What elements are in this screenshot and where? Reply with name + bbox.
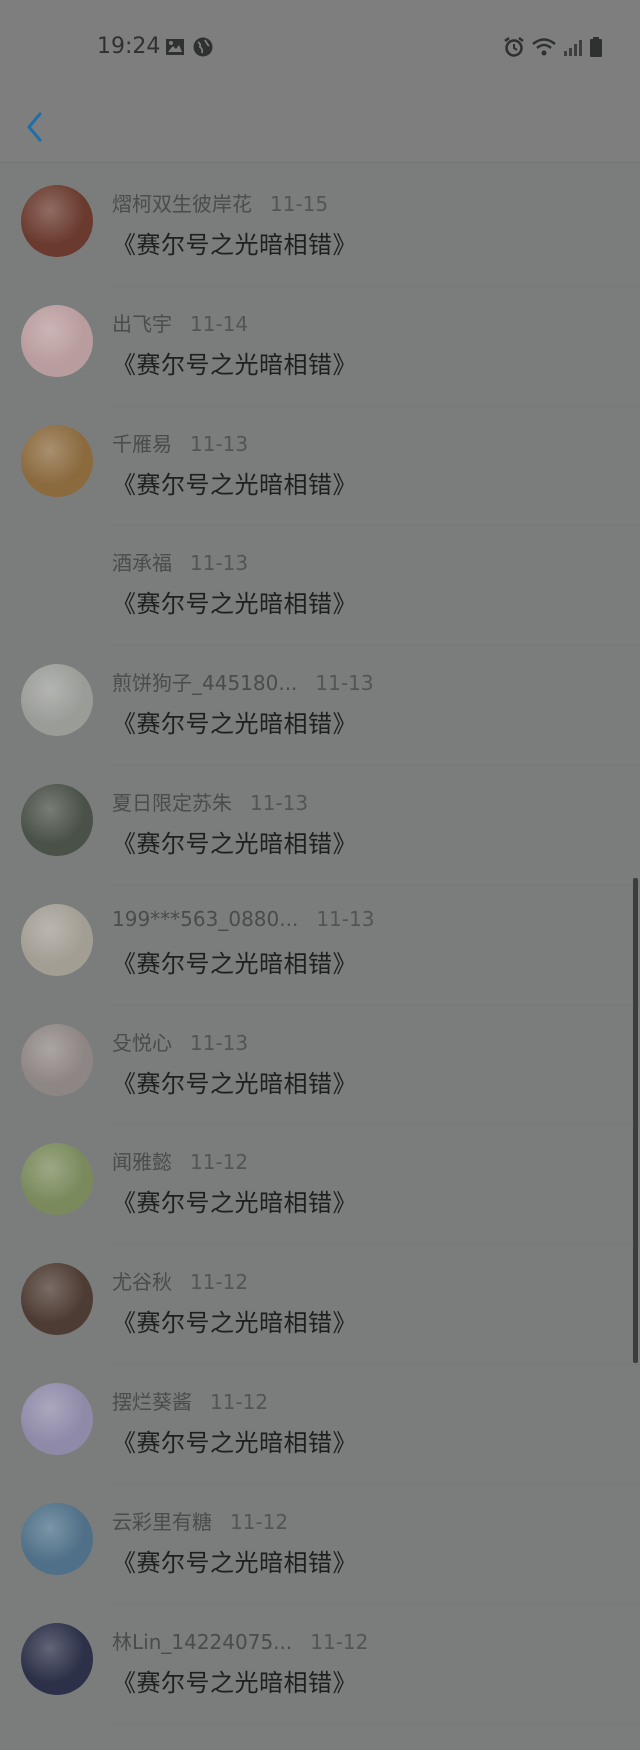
comment-meta: 出飞宇 11-14 [112, 308, 248, 337]
comment-date: 11-12 [190, 1270, 249, 1295]
battery-icon [590, 37, 602, 57]
avatar[interactable] [21, 424, 93, 497]
username[interactable]: 千雁易 [112, 432, 172, 456]
top-app-bar [0, 90, 640, 163]
status-time: 19:24 [97, 34, 161, 59]
comment-item[interactable]: 煎饼狗子_445180... 11-13 《赛尔号之光暗相错》 [0, 646, 640, 766]
comment-item[interactable]: 199***563_0880... 11-13 《赛尔号之光暗相错》 [0, 886, 640, 1006]
username[interactable]: 云彩里有糖 [112, 1510, 212, 1534]
comment-date: 11-12 [210, 1389, 269, 1414]
comment-date: 11-13 [250, 790, 309, 815]
comment-text: 《赛尔号之光暗相错》 [112, 829, 357, 858]
comment-item[interactable]: 夏日限定苏朱 11-13 《赛尔号之光暗相错》 [0, 766, 640, 886]
image-icon [166, 39, 184, 55]
comment-item[interactable]: 摆烂葵酱 11-12 《赛尔号之光暗相错》 [0, 1365, 640, 1485]
comment-meta: 酒承福 11-13 [112, 547, 248, 576]
comment-text: 《赛尔号之光暗相错》 [112, 1668, 357, 1697]
signal-icon [564, 40, 582, 56]
username[interactable]: 殳悦心 [112, 1031, 172, 1055]
comment-date: 11-13 [190, 431, 249, 456]
comment-date: 11-13 [190, 1030, 249, 1055]
comment-date: 11-12 [190, 1150, 249, 1175]
avatar[interactable] [21, 1143, 93, 1216]
comment-text: 《赛尔号之光暗相错》 [112, 710, 357, 739]
avatar[interactable] [21, 304, 93, 377]
comment-meta: 殳悦心 11-13 [112, 1027, 248, 1056]
comment-item[interactable]: 林Lin_14224075... 11-12 《赛尔号之光暗相错》 [0, 1605, 640, 1725]
username[interactable]: 199***563_0880... [112, 907, 298, 931]
avatar[interactable] [21, 185, 93, 257]
avatar[interactable] [21, 1023, 93, 1096]
comment-item[interactable]: 千雁易 11-13 《赛尔号之光暗相错》 [0, 407, 640, 527]
username[interactable]: 闻雅懿 [112, 1150, 172, 1174]
comment-date: 11-12 [310, 1629, 369, 1654]
comment-date: 11-15 [270, 192, 329, 216]
wifi-icon [532, 38, 556, 56]
comment-item[interactable]: 出飞宇 11-14 《赛尔号之光暗相错》 [0, 287, 640, 407]
comment-text: 《赛尔号之光暗相错》 [112, 1548, 357, 1577]
username[interactable]: 熠柯双生彼岸花 [112, 192, 252, 216]
comment-meta: 199***563_0880... 11-13 [112, 907, 374, 931]
comment-meta: 摆烂葵酱 11-12 [112, 1386, 268, 1415]
comment-date: 11-13 [190, 551, 249, 576]
comment-meta: 熠柯双生彼岸花 11-15 [112, 188, 328, 217]
comment-item[interactable]: 酒承福 11-13 《赛尔号之光暗相错》 [0, 526, 640, 647]
comment-text: 《赛尔号之光暗相错》 [112, 470, 357, 499]
avatar[interactable] [21, 664, 93, 737]
avatar[interactable] [21, 544, 93, 616]
comment-meta: 煎饼狗子_445180... 11-13 [112, 667, 374, 696]
globe-icon [193, 37, 213, 57]
username[interactable]: 林Lin_14224075... [112, 1630, 292, 1654]
comment-meta: 尤谷秋 11-12 [112, 1266, 248, 1295]
username[interactable]: 夏日限定苏朱 [112, 791, 232, 815]
comment-meta: 林Lin_14224075... 11-12 [112, 1626, 368, 1655]
username[interactable]: 酒承福 [112, 551, 172, 575]
comment-date: 11-14 [190, 311, 249, 336]
username[interactable]: 摆烂葵酱 [112, 1390, 192, 1414]
comment-item[interactable]: 云彩里有糖 11-12 《赛尔号之光暗相错》 [0, 1485, 640, 1605]
alarm-icon [504, 37, 524, 57]
comment-item[interactable]: 殳悦心 11-13 《赛尔号之光暗相错》 [0, 1006, 640, 1126]
avatar[interactable] [21, 1382, 93, 1455]
comment-text: 《赛尔号之光暗相错》 [112, 1428, 357, 1457]
avatar[interactable] [21, 1502, 93, 1575]
avatar[interactable] [21, 783, 93, 856]
comment-list: 熠柯双生彼岸花 11-15 《赛尔号之光暗相错》 出飞宇 11-14 《赛尔号之光暗相错》… [0, 167, 640, 1725]
avatar[interactable] [21, 1263, 93, 1336]
comment-text: 《赛尔号之光暗相错》 [112, 350, 357, 379]
avatar[interactable] [21, 903, 93, 976]
comment-meta: 夏日限定苏朱 11-13 [112, 787, 308, 816]
comment-text: 《赛尔号之光暗相错》 [112, 949, 357, 978]
comment-meta: 千雁易 11-13 [112, 428, 248, 457]
back-chevron-icon[interactable] [22, 110, 50, 144]
comment-date: 11-12 [230, 1509, 289, 1534]
username[interactable]: 出飞宇 [112, 312, 172, 336]
status-bar: 19:24 [0, 0, 640, 100]
divider [112, 1723, 640, 1725]
username[interactable]: 尤谷秋 [112, 1270, 172, 1294]
comment-item[interactable]: 闻雅懿 11-12 《赛尔号之光暗相错》 [0, 1125, 640, 1246]
comment-text: 《赛尔号之光暗相错》 [112, 1189, 357, 1218]
comment-meta: 闻雅懿 11-12 [112, 1146, 248, 1175]
comment-item[interactable]: 尤谷秋 11-12 《赛尔号之光暗相错》 [0, 1245, 640, 1365]
username[interactable]: 煎饼狗子_445180... [112, 671, 297, 695]
comment-date: 11-13 [316, 906, 375, 931]
comment-meta: 云彩里有糖 11-12 [112, 1506, 288, 1535]
comment-text: 《赛尔号之光暗相错》 [112, 1309, 357, 1338]
comment-date: 11-13 [315, 671, 374, 696]
comment-text: 《赛尔号之光暗相错》 [112, 1069, 357, 1098]
comment-text: 《赛尔号之光暗相错》 [112, 231, 357, 259]
scrollbar[interactable] [633, 878, 638, 1363]
comment-item[interactable]: 熠柯双生彼岸花 11-15 《赛尔号之光暗相错》 [0, 167, 640, 287]
comment-text: 《赛尔号之光暗相错》 [112, 590, 357, 619]
avatar[interactable] [21, 1622, 93, 1695]
